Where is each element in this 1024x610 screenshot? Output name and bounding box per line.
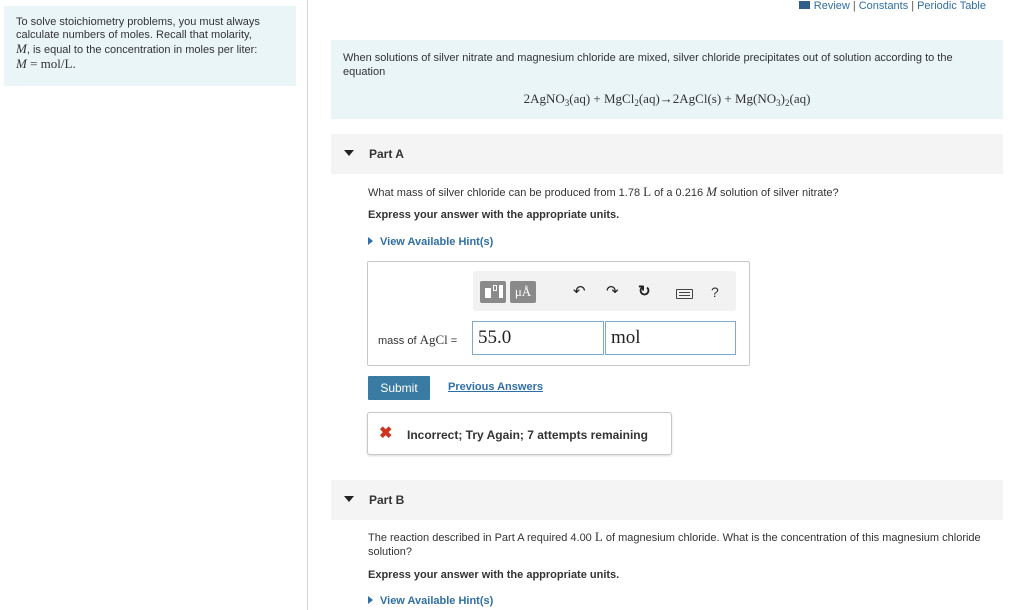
sidebar-info-box: To solve stoichiometry problems, you mus… (4, 6, 296, 86)
eq-part: 2AgNO (523, 91, 565, 106)
review-link[interactable]: Review (814, 0, 850, 12)
answer-label-formula: AgCl (419, 332, 448, 347)
molarity-unit: M (706, 184, 717, 199)
formula-variable: M (16, 56, 27, 71)
liter-unit: L (643, 184, 652, 199)
incorrect-icon: ✖ (379, 425, 393, 442)
templates-icon[interactable] (480, 281, 506, 303)
question-text: solution of silver nitrate? (716, 187, 839, 199)
liter-unit: L (594, 529, 603, 544)
undo-icon[interactable]: ↶ (573, 281, 586, 303)
feedback-message: ✖ Incorrect; Try Again; 7 attempts remai… (367, 412, 672, 455)
part-a-question: What mass of silver chloride can be prod… (368, 185, 839, 200)
eq-part: (aq)→2AgCl(s) + Mg(NO (638, 91, 777, 106)
collapse-triangle-icon[interactable] (344, 150, 354, 156)
submit-button[interactable]: Submit (368, 376, 430, 400)
sidebar-text-line3-rest: , is equal to the concentration in moles… (26, 44, 258, 56)
hint-label: View Available Hint(s) (380, 236, 494, 248)
part-b-header[interactable]: Part B (331, 480, 1003, 520)
part-a-header[interactable]: Part A (331, 134, 1003, 174)
previous-answers-link[interactable]: Previous Answers (448, 381, 543, 393)
part-b-hint-link[interactable]: View Available Hint(s) (368, 595, 493, 607)
question-text: What mass of silver chloride can be prod… (368, 187, 644, 199)
part-a-label: Part A (369, 147, 404, 161)
help-icon[interactable]: ? (711, 281, 719, 303)
units-button[interactable]: μÅ (510, 281, 536, 303)
periodic-table-link[interactable]: Periodic Table (917, 0, 986, 12)
intro-text: When solutions of silver nitrate and mag… (343, 52, 953, 78)
link-separator: | (911, 0, 915, 12)
answer-unit-input[interactable]: mol (605, 321, 736, 355)
part-b-question: The reaction described in Part A require… (368, 530, 988, 559)
answer-box: μÅ ↶ ↷ ↻ ? mass of AgCl = 55.0 mol (367, 261, 750, 366)
feedback-text: Incorrect; Try Again; 7 attempts remaini… (407, 428, 648, 442)
keyboard-icon[interactable] (676, 289, 693, 299)
collapse-triangle-icon[interactable] (344, 496, 354, 502)
hint-label: View Available Hint(s) (380, 595, 494, 607)
answer-label-text: mass of (378, 335, 420, 347)
formula-expression: = mol/L. (26, 56, 76, 71)
molarity-variable: M (16, 41, 27, 56)
eq-part: (aq) + MgCl (569, 91, 635, 106)
part-a-hint-link[interactable]: View Available Hint(s) (368, 236, 493, 248)
answer-label-equals: = (447, 335, 458, 347)
chemical-equation: 2AgNO3(aq) + MgCl2(aq)→2AgCl(s) + Mg(NO3… (331, 92, 1003, 110)
sidebar-text-line3: M, is equal to the concentration in mole… (16, 42, 284, 57)
book-icon (798, 1, 810, 9)
math-toolbar: μÅ ↶ ↷ ↻ ? (473, 271, 736, 311)
top-links: Review | Constants | Periodic Table (798, 0, 986, 12)
answer-value-input[interactable]: 55.0 (472, 321, 604, 355)
expand-arrow-icon (368, 596, 373, 604)
answer-label: mass of AgCl = (378, 332, 457, 348)
reset-icon[interactable]: ↻ (638, 281, 651, 303)
part-b-label: Part B (369, 493, 405, 507)
column-divider (307, 0, 308, 610)
sidebar-text-line1: To solve stoichiometry problems, you mus… (16, 16, 260, 28)
redo-icon[interactable]: ↷ (606, 281, 619, 303)
part-a-instruction: Express your answer with the appropriate… (368, 209, 620, 221)
eq-part: (aq) (789, 91, 811, 106)
molarity-formula: M = mol/L. (16, 57, 284, 72)
link-separator: | (852, 0, 856, 12)
expand-arrow-icon (368, 237, 373, 245)
problem-intro: When solutions of silver nitrate and mag… (331, 40, 1003, 119)
question-text: of a 0.216 (651, 187, 707, 199)
sidebar-text-line2: calculate numbers of moles. Recall that … (16, 29, 252, 41)
part-b-instruction: Express your answer with the appropriate… (368, 569, 620, 581)
question-text: The reaction described in Part A require… (368, 532, 595, 544)
constants-link[interactable]: Constants (859, 0, 909, 12)
